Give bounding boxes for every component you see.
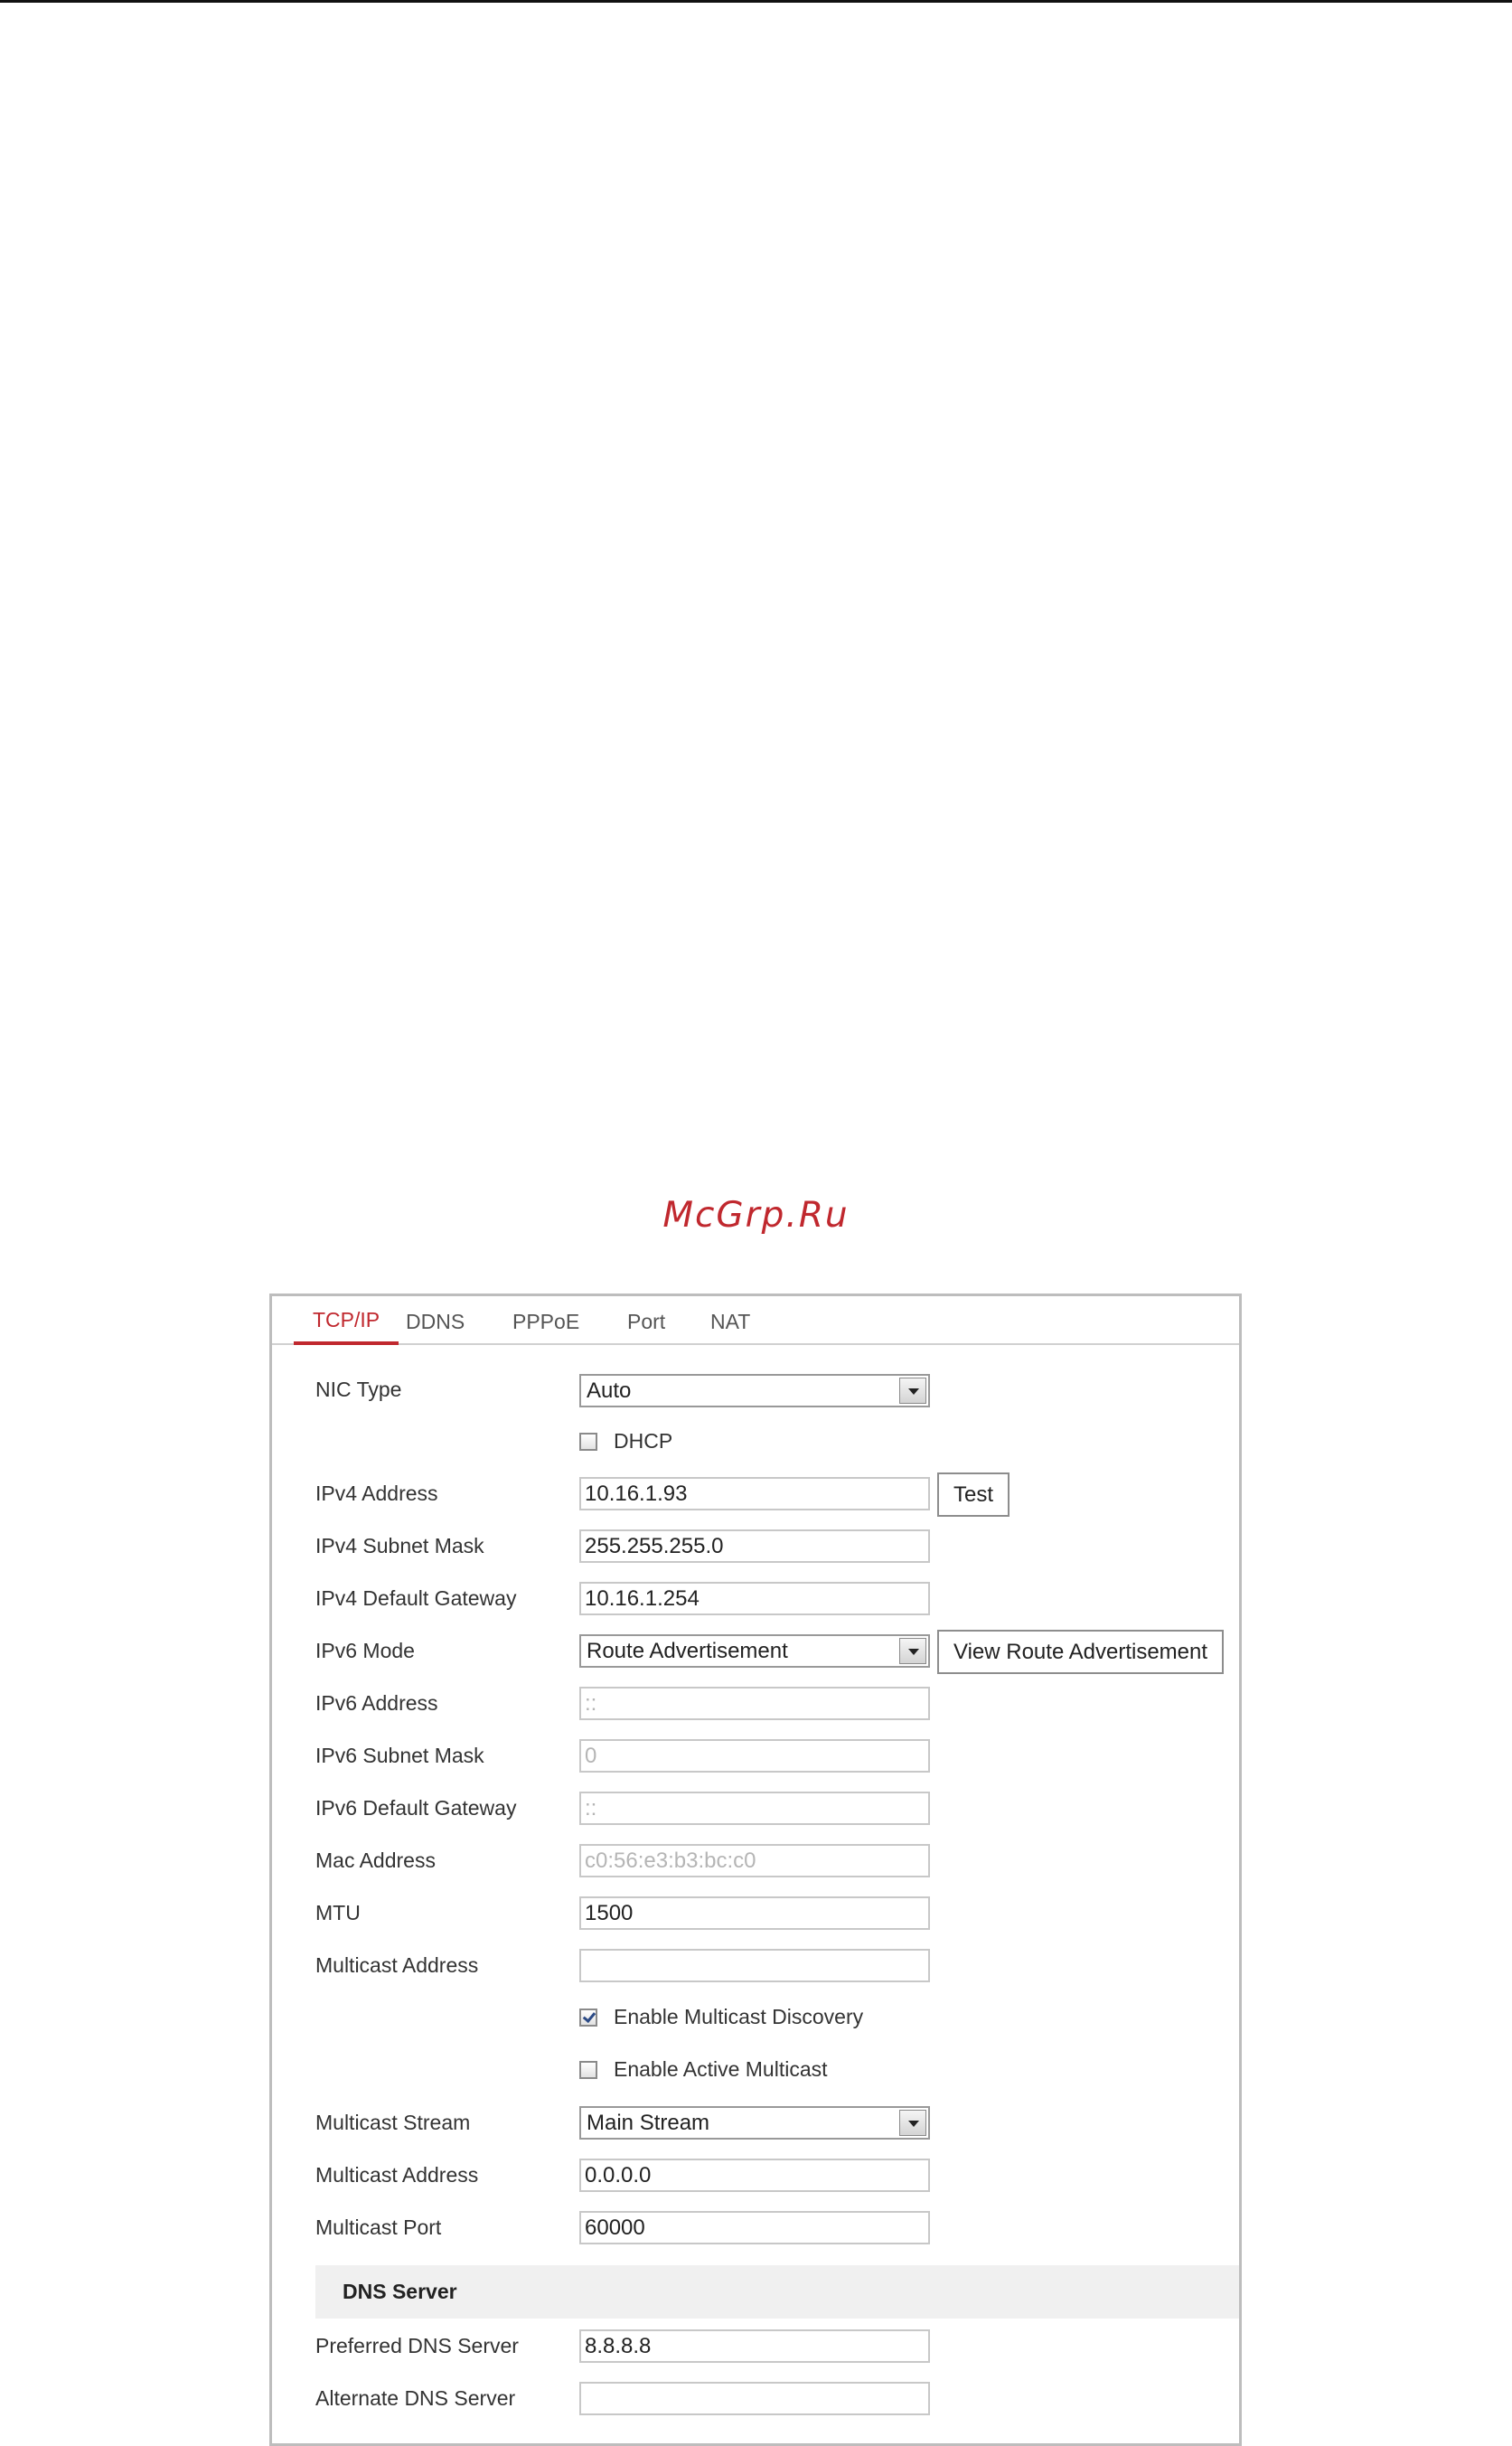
tab-ddns[interactable]: DDNS: [406, 1296, 465, 1343]
network-settings-panel: TCP/IP DDNS PPPoE Port NAT NIC Type Auto…: [269, 1294, 1242, 2446]
enable-multicast-discovery-checkbox[interactable]: [579, 2009, 597, 2027]
test-button[interactable]: Test: [937, 1472, 1010, 1517]
ipv4-default-gateway-input[interactable]: [579, 1582, 930, 1615]
enable-multicast-discovery-label: Enable Multicast Discovery: [614, 2005, 864, 2028]
view-route-advertisement-button[interactable]: View Route Advertisement: [937, 1630, 1225, 1674]
ipv6-address-label: IPv6 Address: [315, 1691, 438, 1715]
tab-port[interactable]: Port: [627, 1296, 665, 1343]
ipv4-subnet-mask-label: IPv4 Subnet Mask: [315, 1534, 484, 1557]
multicast-stream-label: Multicast Stream: [315, 2111, 471, 2134]
ipv6-address-input: [579, 1687, 930, 1720]
enable-active-multicast-label: Enable Active Multicast: [614, 2057, 828, 2081]
mtu-input[interactable]: [579, 1896, 930, 1930]
chevron-down-icon[interactable]: [899, 2110, 926, 2136]
tab-bar: TCP/IP DDNS PPPoE Port NAT: [272, 1296, 1239, 1345]
ipv6-default-gateway-label: IPv6 Default Gateway: [315, 1796, 517, 1820]
tab-nat[interactable]: NAT: [710, 1296, 750, 1343]
multicast-address-2-input[interactable]: [579, 2159, 930, 2192]
multicast-port-label: Multicast Port: [315, 2216, 442, 2239]
multicast-address-input[interactable]: [579, 1949, 930, 1982]
ipv4-subnet-mask-input[interactable]: [579, 1529, 930, 1563]
mac-address-label: Mac Address: [315, 1849, 436, 1872]
multicast-address-label: Multicast Address: [315, 1953, 479, 1977]
ipv6-default-gateway-input: [579, 1792, 930, 1825]
multicast-stream-value: Main Stream: [587, 2111, 710, 2135]
mtu-label: MTU: [315, 1901, 361, 1924]
preferred-dns-input[interactable]: [579, 2329, 930, 2363]
ipv4-default-gateway-label: IPv4 Default Gateway: [315, 1586, 517, 1610]
tab-pppoe[interactable]: PPPoE: [512, 1296, 579, 1343]
mac-address-input: [579, 1844, 930, 1877]
multicast-stream-select[interactable]: Main Stream: [579, 2106, 930, 2140]
dns-server-section-header: DNS Server: [315, 2265, 1239, 2319]
chevron-down-icon[interactable]: [899, 1638, 926, 1664]
nic-type-select[interactable]: Auto: [579, 1374, 930, 1407]
multicast-address-2-label: Multicast Address: [315, 2163, 479, 2187]
multicast-port-input[interactable]: [579, 2211, 930, 2244]
ipv6-subnet-mask-label: IPv6 Subnet Mask: [315, 1744, 484, 1767]
ipv4-address-input[interactable]: [579, 1477, 930, 1510]
chevron-down-icon[interactable]: [899, 1378, 926, 1404]
watermark-text: McGrp.Ru: [662, 1195, 850, 1236]
ipv6-mode-label: IPv6 Mode: [315, 1639, 415, 1662]
page-top-rule: [0, 0, 1512, 3]
dhcp-checkbox[interactable]: [579, 1433, 597, 1451]
tab-tcpip[interactable]: TCP/IP: [294, 1296, 399, 1345]
ipv6-mode-select[interactable]: Route Advertisement: [579, 1634, 930, 1668]
alternate-dns-label: Alternate DNS Server: [315, 2386, 516, 2410]
dns-server-title: DNS Server: [343, 2280, 457, 2303]
ipv6-subnet-mask-input: [579, 1739, 930, 1773]
dhcp-label: DHCP: [614, 1429, 673, 1453]
nic-type-value: Auto: [587, 1378, 632, 1403]
ipv4-address-label: IPv4 Address: [315, 1482, 438, 1505]
alternate-dns-input[interactable]: [579, 2382, 930, 2415]
enable-active-multicast-checkbox[interactable]: [579, 2061, 597, 2079]
ipv6-mode-value: Route Advertisement: [587, 1639, 788, 1663]
nic-type-label: NIC Type: [315, 1378, 402, 1401]
preferred-dns-label: Preferred DNS Server: [315, 2334, 519, 2357]
